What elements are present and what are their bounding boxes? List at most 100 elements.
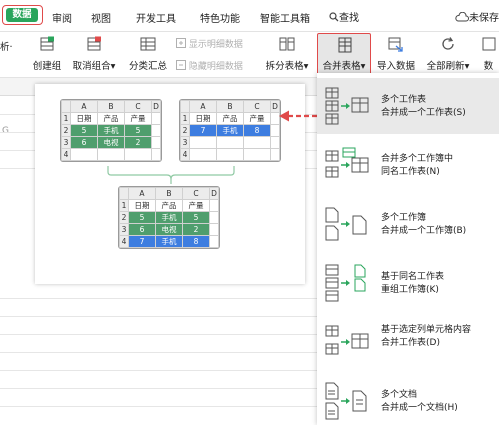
grid-line — [0, 352, 320, 353]
hide-detail-label: 隐藏明细数据 — [188, 62, 243, 72]
tab-smart-toolbox[interactable]: 智能工具箱 — [260, 10, 310, 25]
tab-review[interactable]: 审阅 — [52, 10, 72, 25]
row-header: 3 — [119, 223, 129, 236]
ungroup-button[interactable]: 取消组合▾ — [68, 32, 120, 78]
table-cell: 手机 — [97, 124, 125, 137]
table-row: 4 — [61, 148, 161, 161]
subtotal-button[interactable]: 分类汇总 — [126, 32, 170, 78]
table-cell — [270, 136, 280, 149]
partial-ribbon-button[interactable]: 数 — [478, 32, 499, 78]
row-header: 4 — [180, 148, 190, 161]
table-cell: 电视 — [97, 136, 125, 149]
menu-item-line2: 重组工作簿(K) — [381, 285, 439, 295]
menu-item-line1: 多个文档 — [381, 390, 418, 400]
table-cell: 日期 — [189, 112, 217, 125]
import-data-button[interactable]: 导入数据 — [372, 32, 420, 78]
menu-item-merge-sheets[interactable]: 多个工作表 合并成一个工作表(S) — [317, 78, 499, 134]
cloud-icon — [455, 11, 469, 22]
table-cell — [151, 124, 161, 137]
search-icon — [329, 12, 339, 22]
corner-cell — [61, 100, 71, 113]
ribbon-tab-bar: 数据 审阅 视图 开发工具 特色功能 智能工具箱 查找 未保存 — [0, 0, 499, 32]
column-header: C — [182, 187, 210, 200]
menu-item-merge-by-column[interactable]: 基于选定列单元格内容 合并工作表(D) — [317, 314, 499, 370]
table-row: 2 5 手机 5 — [119, 211, 219, 224]
import-data-label: 导入数据 — [376, 61, 415, 72]
tab-data[interactable]: 数据 — [6, 8, 38, 22]
column-header: B — [216, 100, 244, 113]
refresh-all-button[interactable]: 全部刷新▾ — [422, 32, 474, 78]
column-header: B — [155, 187, 183, 200]
menu-item-merge-same-name[interactable]: 合并多个工作簿中 同名工作表(N) — [317, 137, 499, 193]
column-g-label: G — [2, 126, 9, 136]
table-cell: 8 — [182, 235, 210, 248]
merge-table-menu: 多个工作表 合并成一个工作表(S) 合并多个工作簿中 同名工作表(N) 多个工作… — [317, 73, 499, 425]
menu-item-line1: 基于同名工作表 — [381, 272, 445, 282]
app-window: 数据 审阅 视图 开发工具 特色功能 智能工具箱 查找 未保存 析· 创建组 取… — [0, 0, 499, 425]
menu-item-line2: 同名工作表(N) — [381, 167, 440, 177]
tab-developer[interactable]: 开发工具 — [136, 10, 176, 25]
menu-item-merge-documents[interactable]: 多个文档 合并成一个文档(H) — [317, 373, 499, 425]
merged-result-table: A B C D 1 日期 产品 产量 2 5 手机 5 3 6 电视 2 4 7 手机 8 — [118, 186, 220, 249]
refresh-all-label: 全部刷新▾ — [426, 61, 470, 72]
column-header: A — [189, 100, 217, 113]
create-group-label: 创建组 — [32, 61, 62, 72]
corner-cell — [180, 100, 190, 113]
table-cell: 产品 — [216, 112, 244, 125]
row-header: 3 — [61, 136, 71, 149]
create-group-button[interactable]: 创建组 — [30, 32, 64, 78]
ribbon-toolbar: 析· 创建组 取消组合▾ 分类汇总 显示明细数据 隐藏明细数据 拆分表格▾ 合并… — [0, 32, 499, 78]
table-cell: 5 — [70, 124, 98, 137]
menu-item-regroup-workbook[interactable]: 基于同名工作表 重组工作簿(K) — [317, 255, 499, 311]
table-cell — [270, 148, 280, 161]
table-cell — [151, 136, 161, 149]
menu-item-line1: 基于选定列单元格内容 — [381, 325, 472, 335]
menu-item-line2: 合并成一个文档(H) — [381, 403, 458, 413]
menu-item-merge-workbooks[interactable]: 多个工作簿 合并成一个工作簿(B) — [317, 196, 499, 252]
corner-cell — [119, 187, 129, 200]
menu-item-line2: 合并成一个工作表(S) — [381, 108, 466, 118]
merge-workbooks-icon — [325, 207, 367, 241]
table-cell — [243, 148, 271, 161]
grid-line — [0, 298, 320, 299]
table-cell: 手机 — [155, 211, 183, 224]
grid-line — [0, 316, 320, 317]
merge-table-button[interactable]: 合并表格▾ — [317, 33, 371, 76]
row-header: 2 — [119, 211, 129, 224]
table-cell: 产量 — [243, 112, 271, 125]
tab-data-highlight[interactable]: 数据 — [2, 5, 43, 25]
table-cell: 日期 — [70, 112, 98, 125]
row-header: 2 — [180, 124, 190, 137]
show-detail-label: 显示明细数据 — [188, 40, 243, 50]
split-table-button[interactable]: 拆分表格▾ — [262, 32, 312, 78]
hide-detail-icon — [176, 60, 186, 70]
tab-features[interactable]: 特色功能 — [200, 10, 240, 25]
row-header: 4 — [61, 148, 71, 161]
create-group-icon — [40, 36, 54, 51]
column-header: C — [243, 100, 271, 113]
table-cell — [270, 124, 280, 137]
column-header: A — [128, 187, 156, 200]
row-header: 2 — [61, 124, 71, 137]
grid-line — [0, 370, 320, 371]
ungroup-label: 取消组合▾ — [72, 61, 116, 72]
merge-bracket-icon — [107, 166, 235, 184]
table-cell — [151, 112, 161, 125]
row-header: 1 — [119, 199, 129, 212]
show-detail-button[interactable]: 显示明细数据 — [176, 37, 243, 50]
table-row: 1 日期 产品 产量 — [180, 112, 280, 125]
table-cell: 电视 — [155, 223, 183, 236]
search-button[interactable]: 查找 — [329, 9, 359, 24]
partial-label-left[interactable]: 析· — [0, 39, 13, 53]
table-cell: 手机 — [216, 124, 244, 137]
column-header: C — [124, 100, 152, 113]
tab-view[interactable]: 视图 — [91, 10, 111, 25]
split-caret-icon: ▾ — [303, 61, 309, 72]
save-status[interactable]: 未保存 — [455, 9, 499, 24]
hide-detail-button[interactable]: 隐藏明细数据 — [176, 59, 243, 72]
table-row: 4 — [180, 148, 280, 161]
table-row: 2 5 手机 5 — [61, 124, 161, 137]
table-cell: 2 — [182, 223, 210, 236]
sample-table-2: A B C D 1 日期 产品 产量 2 7 手机 8 3 4 — [179, 99, 281, 162]
data-tool-icon — [482, 37, 495, 51]
